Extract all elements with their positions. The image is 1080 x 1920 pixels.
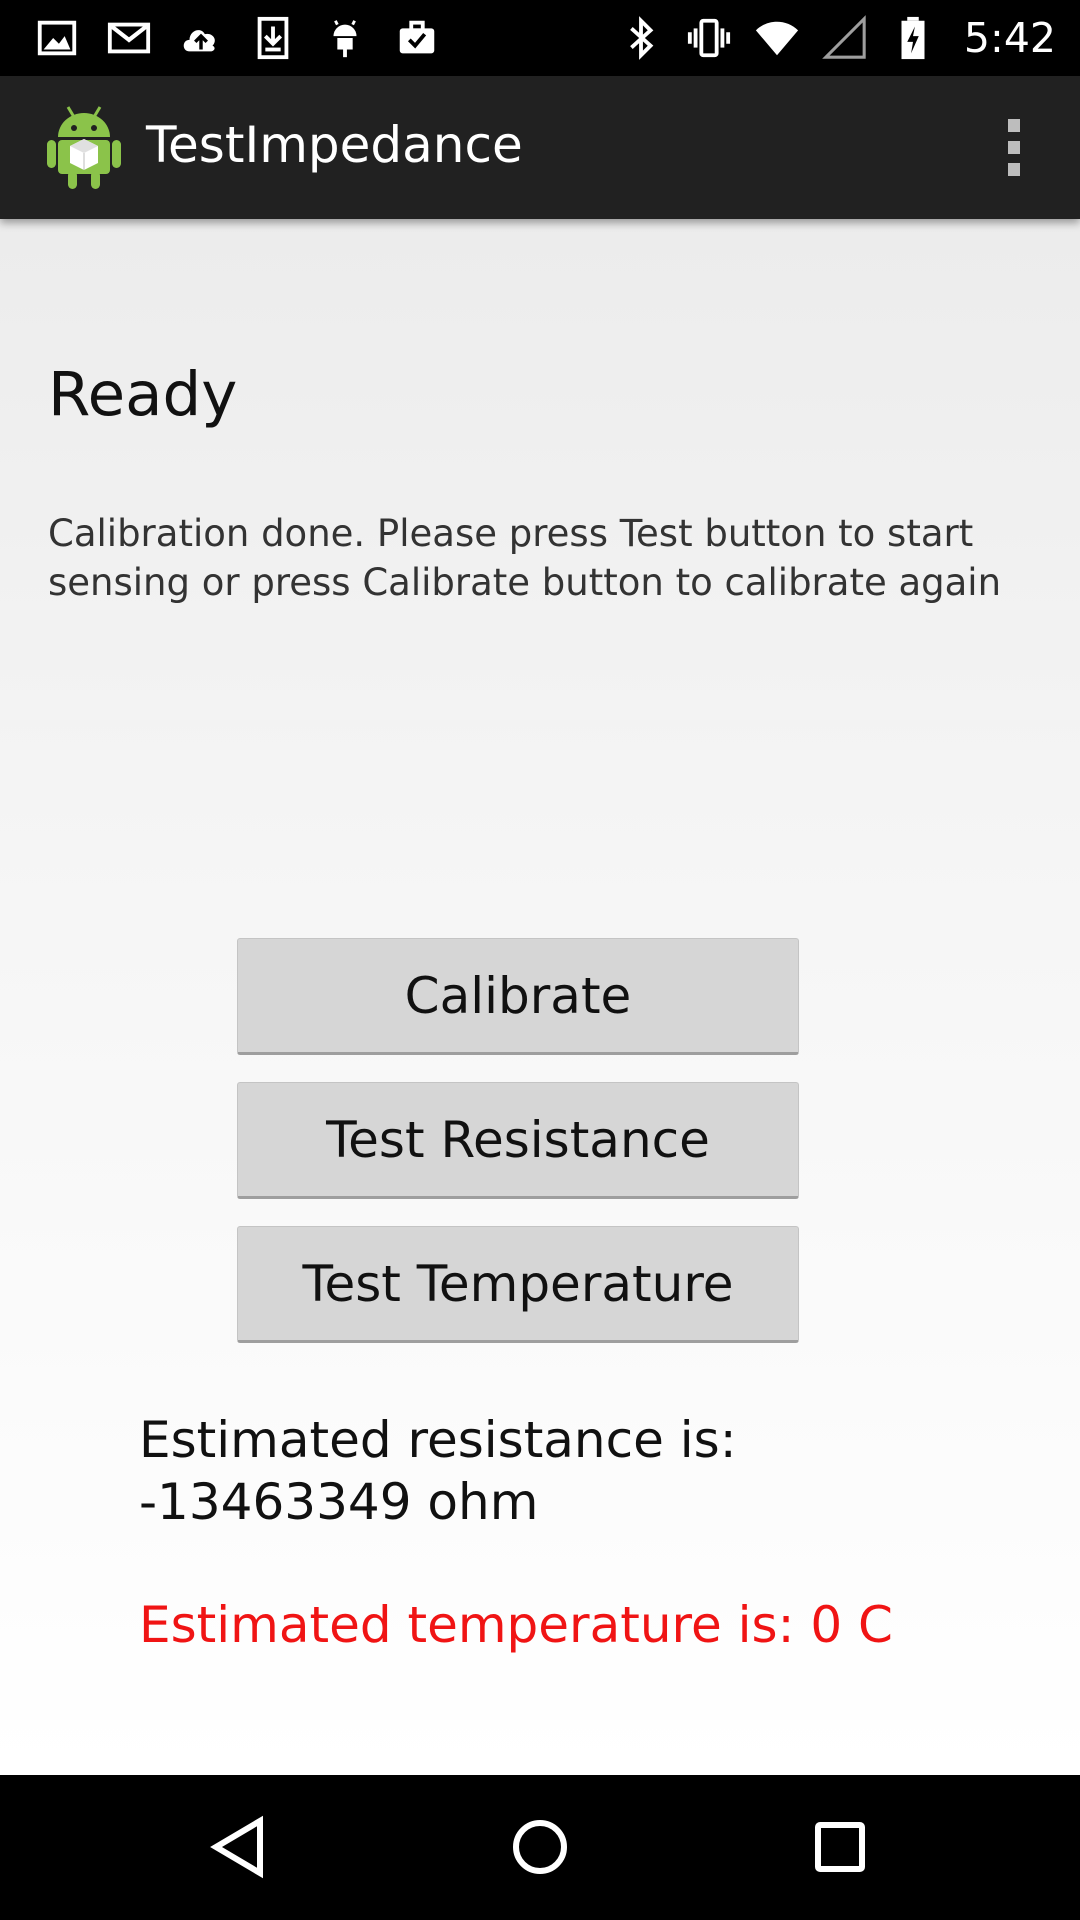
main-content: Ready Calibration done. Please press Tes… [0,219,1080,1775]
test-resistance-button[interactable]: Test Resistance [237,1082,799,1199]
menu-dot [1008,140,1020,154]
recents-button[interactable] [790,1797,890,1897]
recents-icon [815,1822,865,1872]
gmail-icon [107,22,151,54]
android-app-icon [47,106,121,189]
clock: 5:42 [963,14,1056,62]
back-button[interactable] [190,1797,290,1897]
status-message: Calibration done. Please press Test butt… [48,512,1002,604]
image-icon [37,20,77,56]
action-bar: TestImpedance [0,76,1080,219]
cellular-signal-icon [822,15,866,59]
temperature-result: Estimated temperature is: 0 C [139,1596,893,1654]
navigation-bar [0,1775,1080,1920]
test-temperature-button[interactable]: Test Temperature [237,1226,799,1343]
home-icon [513,1820,567,1874]
bluetooth-icon [630,16,654,60]
app-title: TestImpedance [146,116,523,174]
battery-charging-icon [901,16,925,60]
system-icons: 5:42 [618,0,1056,76]
resistance-result: Estimated resistance is: -13463349 ohm [139,1411,737,1531]
calibrate-button[interactable]: Calibrate [237,938,799,1055]
download-icon [257,16,289,60]
menu-dot [1008,118,1020,132]
notification-icons [34,0,440,76]
briefcase-check-icon [399,20,435,54]
status-title: Ready [48,359,238,430]
wifi-icon [755,21,799,56]
home-button[interactable] [490,1797,590,1897]
status-bar: 5:42 [0,0,1080,76]
back-icon [210,1815,263,1879]
cloud-upload-icon [183,30,215,52]
overflow-menu-icon[interactable] [984,112,1044,182]
menu-dot [1008,162,1020,176]
vibrate-icon [687,18,731,58]
android-debug-icon [333,20,357,58]
